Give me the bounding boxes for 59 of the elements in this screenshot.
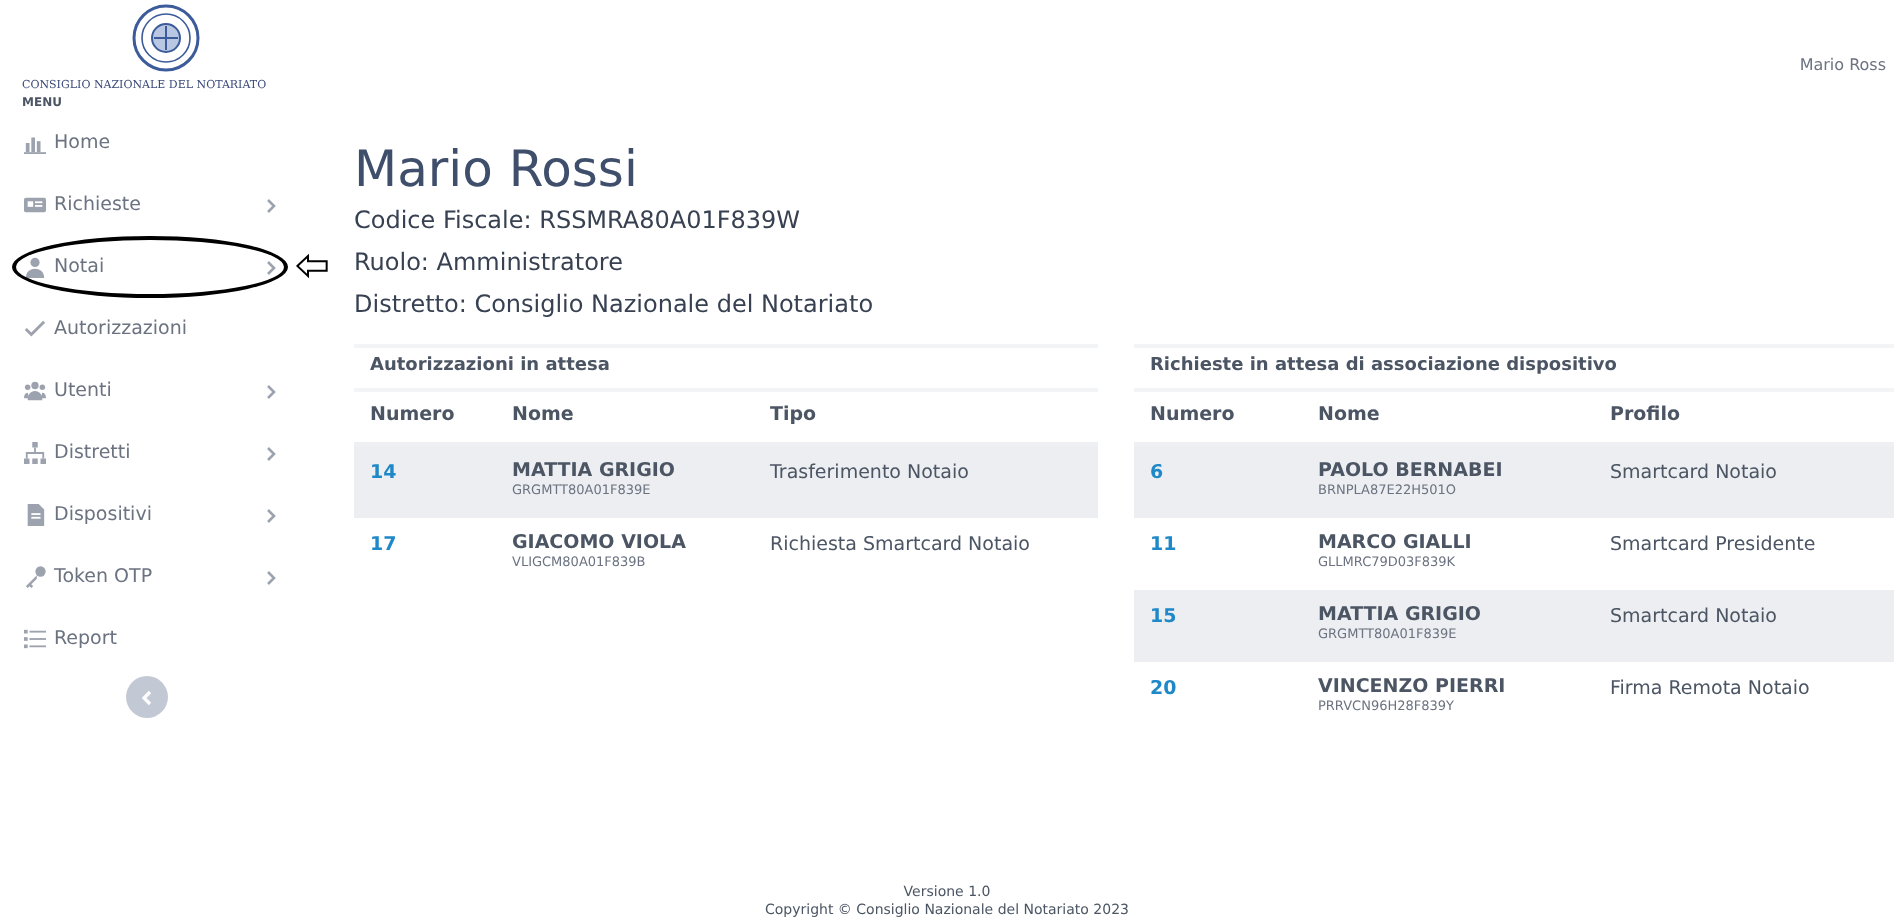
menu-icon bbox=[24, 442, 46, 465]
profile-field: Distretto: Consiglio Nazionale del Notariato bbox=[354, 284, 1894, 326]
column-header: Numero bbox=[1150, 402, 1237, 431]
person-name: VINCENZO PIERRI bbox=[1318, 676, 1508, 698]
request-number-link[interactable]: 20 bbox=[1150, 676, 1318, 734]
column-header: Numero bbox=[370, 402, 457, 431]
menu-icon bbox=[24, 504, 46, 527]
request-type: Smartcard Notaio bbox=[1610, 460, 1779, 488]
menu-icon bbox=[24, 566, 46, 589]
request-number-link[interactable]: 14 bbox=[370, 460, 512, 518]
person-name: PAOLO BERNABEI bbox=[1318, 460, 1505, 482]
user-name[interactable]: Mario Ross bbox=[1799, 54, 1886, 78]
request-number-link[interactable]: 15 bbox=[1150, 604, 1318, 662]
sidebar-item[interactable]: Distretti bbox=[0, 422, 330, 485]
sidebar-item[interactable]: Report bbox=[0, 608, 330, 671]
sidebar-item[interactable]: Dispositivi bbox=[0, 484, 330, 547]
column-header: Nome bbox=[1318, 402, 1382, 431]
left-arrow-icon bbox=[296, 250, 328, 283]
chevron-right-icon bbox=[266, 197, 278, 214]
column-header: Nome bbox=[512, 402, 576, 431]
menu-icon bbox=[24, 256, 46, 279]
request-type: Smartcard Notaio bbox=[1610, 604, 1779, 632]
profile-field: Ruolo: Amministratore bbox=[354, 242, 1894, 284]
request-type: Richiesta Smartcard Notaio bbox=[770, 532, 1032, 560]
menu-icon bbox=[24, 318, 46, 341]
menu-icon bbox=[24, 194, 46, 217]
person-name: MARCO GIALLI bbox=[1318, 532, 1474, 554]
sidebar-item[interactable]: Autorizzazioni bbox=[0, 298, 330, 361]
menu-icon bbox=[24, 380, 46, 403]
sidebar-item[interactable]: Notai bbox=[0, 236, 330, 299]
chevron-right-icon bbox=[266, 569, 278, 586]
request-number-link[interactable]: 6 bbox=[1150, 460, 1318, 518]
person-name: MATTIA GRIGIO bbox=[512, 460, 677, 482]
request-type: Smartcard Presidente bbox=[1610, 532, 1818, 560]
profile-field: Codice Fiscale: RSSMRA80A01F839W bbox=[354, 200, 1894, 242]
column-header: Tipo bbox=[770, 402, 819, 431]
chevron-right-icon bbox=[266, 383, 278, 400]
person-name: GIACOMO VIOLA bbox=[512, 532, 688, 554]
request-type: Trasferimento Notaio bbox=[770, 460, 971, 488]
sidebar-item[interactable]: Token OTP bbox=[0, 546, 330, 609]
menu-icon bbox=[24, 132, 46, 155]
sidebar-item[interactable]: Richieste bbox=[0, 174, 330, 237]
sidebar-item[interactable]: Utenti bbox=[0, 360, 330, 423]
request-type: Firma Remota Notaio bbox=[1610, 676, 1812, 704]
request-number-link[interactable]: 17 bbox=[370, 532, 512, 590]
chevron-right-icon bbox=[266, 259, 278, 276]
menu-icon bbox=[24, 628, 46, 651]
table-title: Autorizzazioni in attesa bbox=[354, 344, 1098, 392]
sidebar-item[interactable]: Home bbox=[0, 112, 330, 175]
chevron-right-icon bbox=[266, 507, 278, 524]
chevron-left-icon bbox=[141, 689, 153, 706]
chevron-right-icon bbox=[266, 445, 278, 462]
profile-name: Mario Rossi bbox=[354, 140, 640, 200]
request-number-link[interactable]: 11 bbox=[1150, 532, 1318, 590]
seal-logo-icon bbox=[131, 4, 199, 72]
table-title: Richieste in attesa di associazione dispositivo bbox=[1134, 344, 1894, 392]
column-header: Profilo bbox=[1610, 402, 1682, 431]
collapse-sidebar-button[interactable] bbox=[126, 676, 168, 719]
person-name: MATTIA GRIGIO bbox=[1318, 604, 1483, 626]
